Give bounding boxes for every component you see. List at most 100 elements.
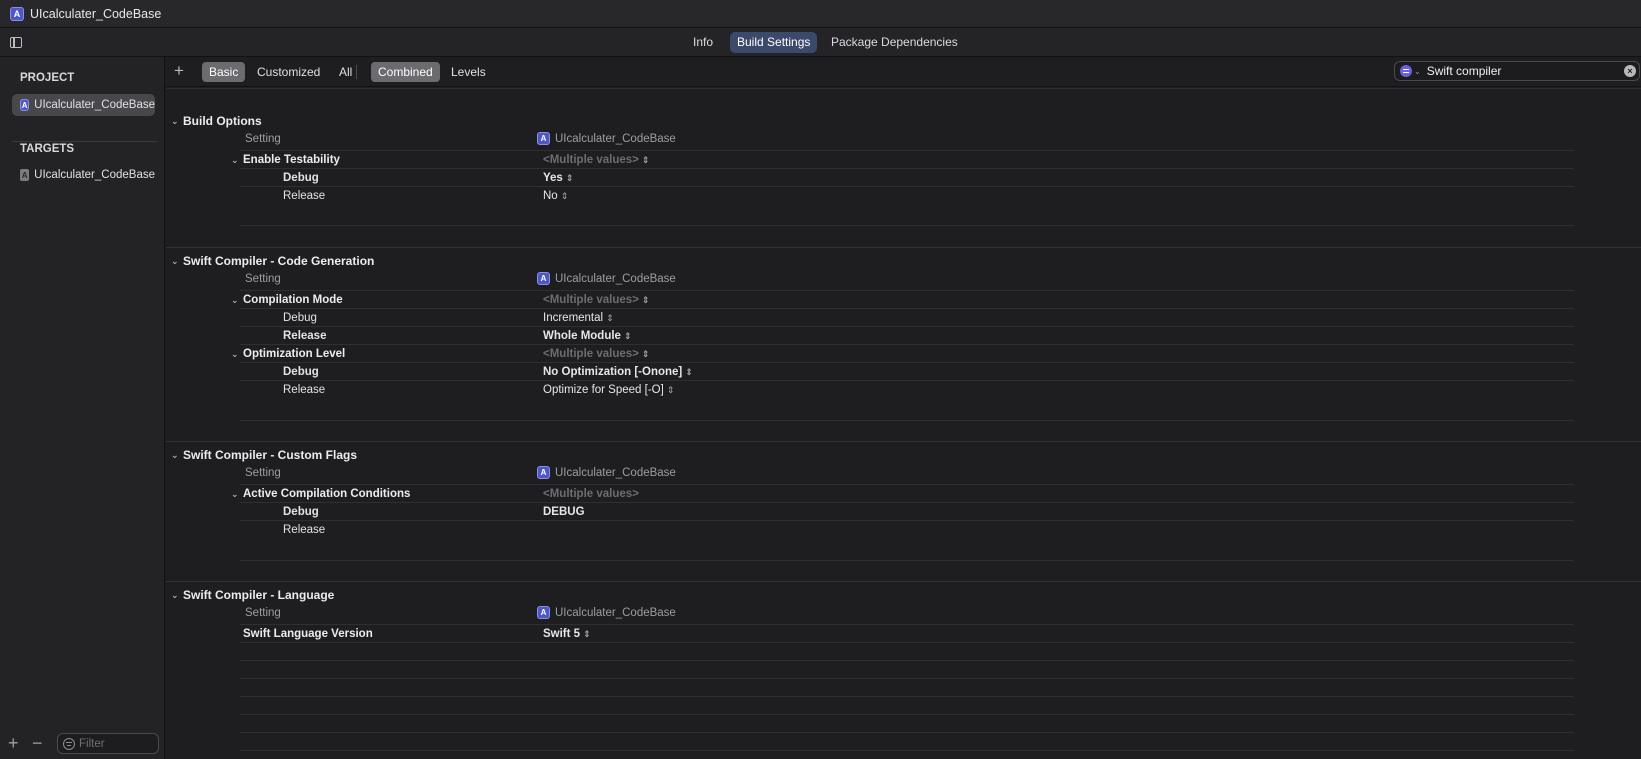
chevron-down-icon[interactable]: ⌄ [171, 256, 183, 267]
column-target-label: UIcalculater_CodeBase [555, 466, 676, 479]
setting-value[interactable]: Incremental ⇕ [543, 312, 614, 324]
stepper-icon[interactable]: ⇕ [561, 191, 569, 201]
column-target-label: UIcalculater_CodeBase [555, 272, 676, 285]
setting-enable-testability[interactable]: ⌄ Enable Testability [231, 154, 340, 166]
editor-tab-bar: Info Build Settings Package Dependencies [0, 28, 1641, 57]
targets-header: TARGETS [20, 143, 75, 155]
row-divider [240, 560, 1574, 561]
project-header: PROJECT [20, 72, 75, 84]
value-text: Whole Module [543, 330, 621, 342]
setting-value[interactable]: <Multiple values> [543, 488, 639, 500]
nav-divider [12, 141, 157, 142]
chevron-down-icon[interactable]: ⌄ [231, 295, 243, 306]
settings-table: ⌄ Build Options Setting A UIcalculater_C… [166, 88, 1641, 759]
section-custom-flags[interactable]: ⌄ Swift Compiler - Custom Flags [171, 447, 357, 463]
section-title: Swift Compiler - Code Generation [183, 254, 375, 268]
settings-search-field[interactable]: ⌄ Swift compiler × [1394, 61, 1640, 81]
chevron-down-icon[interactable]: ⌄ [231, 489, 243, 500]
project-app-icon: A [20, 99, 30, 111]
row-divider [240, 225, 1574, 226]
project-item[interactable]: A UIcalculater_CodeBase [12, 94, 155, 116]
setting-active-compilation-conditions[interactable]: ⌄ Active Compilation Conditions [231, 488, 410, 500]
stepper-icon[interactable]: ⇕ [624, 331, 632, 341]
tab-package-dependencies[interactable]: Package Dependencies [824, 32, 965, 53]
config-release: Release [283, 330, 327, 342]
config-debug: Debug [283, 312, 317, 324]
setting-compilation-mode[interactable]: ⌄ Compilation Mode [231, 294, 343, 306]
section-code-generation[interactable]: ⌄ Swift Compiler - Code Generation [171, 253, 374, 269]
add-setting-plus-icon[interactable]: + [174, 61, 184, 81]
config-release: Release [283, 190, 326, 202]
target-column-app-icon: A [537, 272, 550, 285]
value-text: Optimize for Speed [-O] [543, 384, 664, 396]
section-language[interactable]: ⌄ Swift Compiler - Language [171, 587, 334, 603]
setting-value[interactable]: <Multiple values> ⇕ [543, 348, 649, 360]
chevron-down-icon[interactable]: ⌄ [171, 450, 183, 461]
value-text: <Multiple values> [543, 154, 639, 166]
stepper-icon[interactable]: ⇕ [566, 173, 574, 183]
filter-icon [63, 737, 75, 750]
section-title: Build Options [183, 114, 262, 128]
config-debug: Debug [283, 172, 319, 184]
stepper-icon[interactable]: ⇕ [642, 349, 650, 359]
target-item-label: UIcalculater_CodeBase [34, 169, 155, 181]
chevron-down-icon[interactable]: ⌄ [171, 590, 183, 601]
chevron-down-icon[interactable]: ⌄ [171, 116, 183, 127]
column-setting: Setting [245, 607, 281, 619]
value-text: Swift 5 [543, 628, 581, 640]
setting-value[interactable]: <Multiple values> ⇕ [543, 154, 649, 166]
scope-basic[interactable]: Basic [202, 62, 246, 82]
target-item[interactable]: A UIcalculater_CodeBase [12, 164, 155, 186]
toolbar-divider [356, 65, 357, 79]
stepper-icon[interactable]: ⇕ [667, 385, 675, 395]
setting-value[interactable]: DEBUG [543, 506, 585, 518]
row-divider [240, 660, 1574, 661]
view-combined[interactable]: Combined [371, 62, 440, 82]
value-text: DEBUG [543, 506, 585, 518]
minus-icon[interactable]: − [32, 734, 43, 752]
setting-value[interactable]: <Multiple values> ⇕ [543, 294, 649, 306]
value-text: Incremental [543, 312, 604, 324]
stepper-icon[interactable]: ⇕ [685, 367, 693, 377]
config-debug: Debug [283, 366, 319, 378]
app-icon: A [10, 6, 24, 21]
clear-icon[interactable]: × [1624, 65, 1636, 77]
setting-optimization-level[interactable]: ⌄ Optimization Level [231, 348, 346, 360]
row-divider [240, 344, 1574, 345]
column-target-label: UIcalculater_CodeBase [555, 606, 676, 619]
search-input[interactable]: Swift compiler [1427, 64, 1624, 78]
filter-field[interactable]: Filter [57, 733, 159, 754]
row-divider [240, 714, 1574, 715]
tab-info[interactable]: Info [686, 32, 720, 53]
project-item-label: UIcalculater_CodeBase [34, 99, 155, 111]
setting-value[interactable]: Optimize for Speed [-O] ⇕ [543, 384, 674, 396]
plus-icon[interactable]: + [8, 734, 19, 752]
tab-build-settings[interactable]: Build Settings [730, 32, 818, 53]
row-divider [240, 484, 1574, 485]
divider [166, 88, 1641, 89]
stepper-icon[interactable]: ⇕ [642, 295, 650, 305]
target-column-app-icon: A [537, 466, 550, 479]
sidebar-toggle-icon[interactable] [10, 37, 22, 48]
setting-value[interactable]: Yes ⇕ [543, 172, 573, 184]
setting-swift-language-version[interactable]: Swift Language Version [243, 628, 373, 640]
setting-value[interactable]: No ⇕ [543, 190, 568, 202]
setting-value[interactable]: No Optimization [-Onone] ⇕ [543, 366, 693, 378]
scope-customized[interactable]: Customized [250, 62, 327, 82]
section-build-options[interactable]: ⌄ Build Options [171, 113, 262, 129]
value-text: No Optimization [-Onone] [543, 366, 683, 378]
chevron-down-icon[interactable]: ⌄ [231, 155, 243, 166]
view-levels[interactable]: Levels [444, 62, 493, 82]
stepper-icon[interactable]: ⇕ [642, 155, 650, 165]
chevron-down-icon[interactable]: ⌄ [231, 349, 243, 360]
setting-value[interactable]: Swift 5 ⇕ [543, 628, 591, 640]
title-bar: A UIcalculater_CodeBase [0, 0, 1641, 28]
search-scope-icon[interactable] [1400, 65, 1412, 77]
row-divider [240, 168, 1574, 169]
setting-value[interactable]: Whole Module ⇕ [543, 330, 631, 342]
stepper-icon[interactable]: ⇕ [583, 629, 591, 639]
setting-label: Optimization Level [243, 348, 346, 360]
row-divider [240, 362, 1574, 363]
stepper-icon[interactable]: ⇕ [606, 313, 614, 323]
project-navigator: PROJECT A UIcalculater_CodeBase TARGETS … [0, 57, 165, 759]
